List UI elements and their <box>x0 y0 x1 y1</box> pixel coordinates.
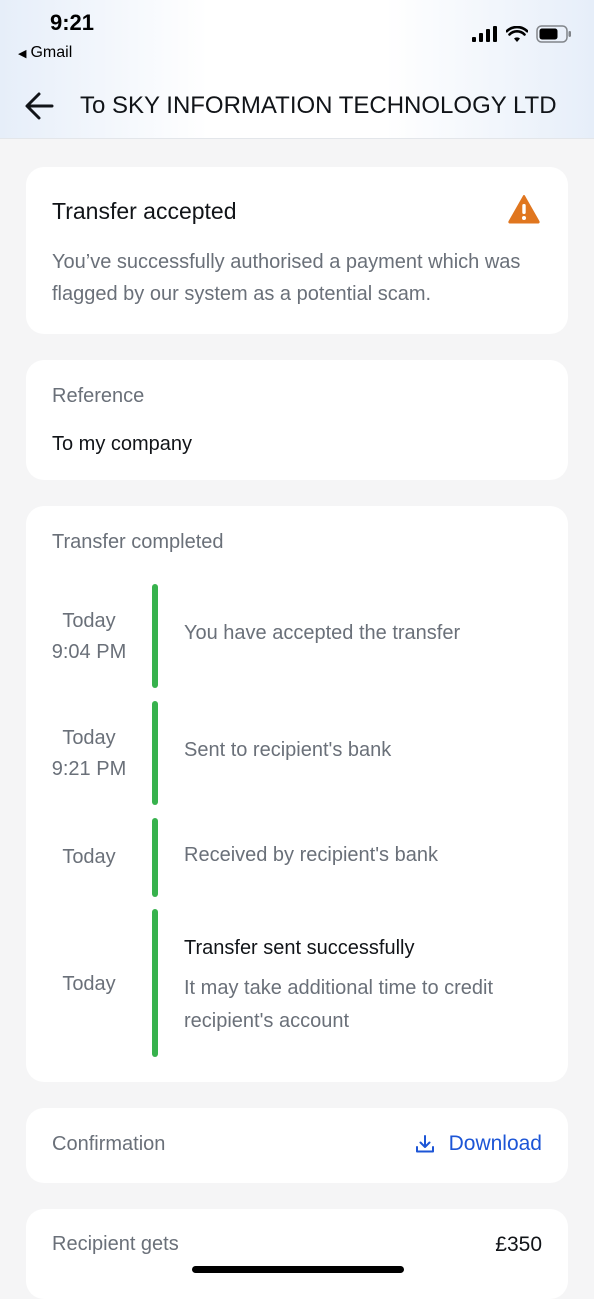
timeline-clock: 9:21 PM <box>51 758 127 780</box>
back-triangle-icon: ◀ <box>18 47 27 60</box>
transfer-timeline-card: Transfer completed Today 9:04 PM You hav… <box>26 506 568 1082</box>
confirmation-label: Confirmation <box>52 1133 166 1155</box>
timeline-text: It may take additional time to credit re… <box>184 977 494 1032</box>
recipient-amount: £350 <box>495 1233 542 1256</box>
timeline-time: Today 9:04 PM <box>26 606 152 668</box>
timeline-day: Today <box>62 973 116 995</box>
download-label: Download <box>448 1132 542 1155</box>
transfer-accepted-card: Transfer accepted You’ve successfully au… <box>26 167 568 334</box>
timeline-day: Today <box>62 727 116 749</box>
nav-bar: To SKY INFORMATION TECHNOLOGY LTD <box>0 80 594 132</box>
wifi-icon <box>506 25 528 42</box>
timeline-day: Today <box>62 610 116 632</box>
timeline-item: Today 9:04 PM You have accepted the tran… <box>26 584 568 688</box>
recipient-label: Recipient gets <box>52 1233 179 1255</box>
back-to-app-link[interactable]: ◀ Gmail <box>18 44 72 62</box>
top-header: 9:21 ◀ Gmail To SKY INFORMATION TECHNOLO… <box>0 0 594 139</box>
timeline-time: Today <box>26 969 152 1000</box>
back-arrow-icon[interactable] <box>24 91 56 121</box>
timeline-bar <box>152 701 158 805</box>
timeline-bar <box>152 909 158 1057</box>
timeline-day: Today <box>62 846 116 868</box>
reference-label: Reference <box>52 385 145 407</box>
timeline-item: Today Transfer sent successfully It may … <box>26 909 568 1057</box>
download-button[interactable]: Download <box>415 1132 542 1156</box>
timeline-text: Sent to recipient's bank <box>184 739 392 761</box>
signal-icon <box>472 26 497 42</box>
timeline-clock: 9:04 PM <box>51 641 127 663</box>
page-title: To SKY INFORMATION TECHNOLOGY LTD <box>80 92 557 119</box>
timeline-text: You have accepted the transfer <box>184 622 461 644</box>
warning-icon <box>508 195 540 224</box>
status-icons <box>472 25 572 43</box>
status-time: 9:21 <box>50 10 95 35</box>
battery-icon <box>536 25 571 43</box>
confirmation-card: Confirmation Download <box>26 1108 568 1183</box>
timeline-time: Today 9:21 PM <box>26 723 152 785</box>
timeline-label: Transfer completed <box>52 531 224 553</box>
back-app-label: Gmail <box>30 44 73 61</box>
reference-card: Reference To my company <box>26 360 568 480</box>
alert-description: You’ve successfully authorised a payment… <box>52 251 521 305</box>
timeline-text: Received by recipient's bank <box>184 844 438 866</box>
timeline-item: Today Received by recipient's bank <box>26 818 568 897</box>
download-icon <box>415 1135 434 1153</box>
timeline-time: Today <box>26 842 152 873</box>
timeline-bar <box>152 584 158 688</box>
reference-value: To my company <box>52 433 193 455</box>
home-indicator[interactable] <box>192 1266 404 1273</box>
timeline-item: Today 9:21 PM Sent to recipient's bank <box>26 701 568 805</box>
alert-heading: Transfer accepted <box>52 198 237 224</box>
timeline-bar <box>152 818 158 897</box>
timeline-title: Transfer sent successfully <box>184 937 415 959</box>
